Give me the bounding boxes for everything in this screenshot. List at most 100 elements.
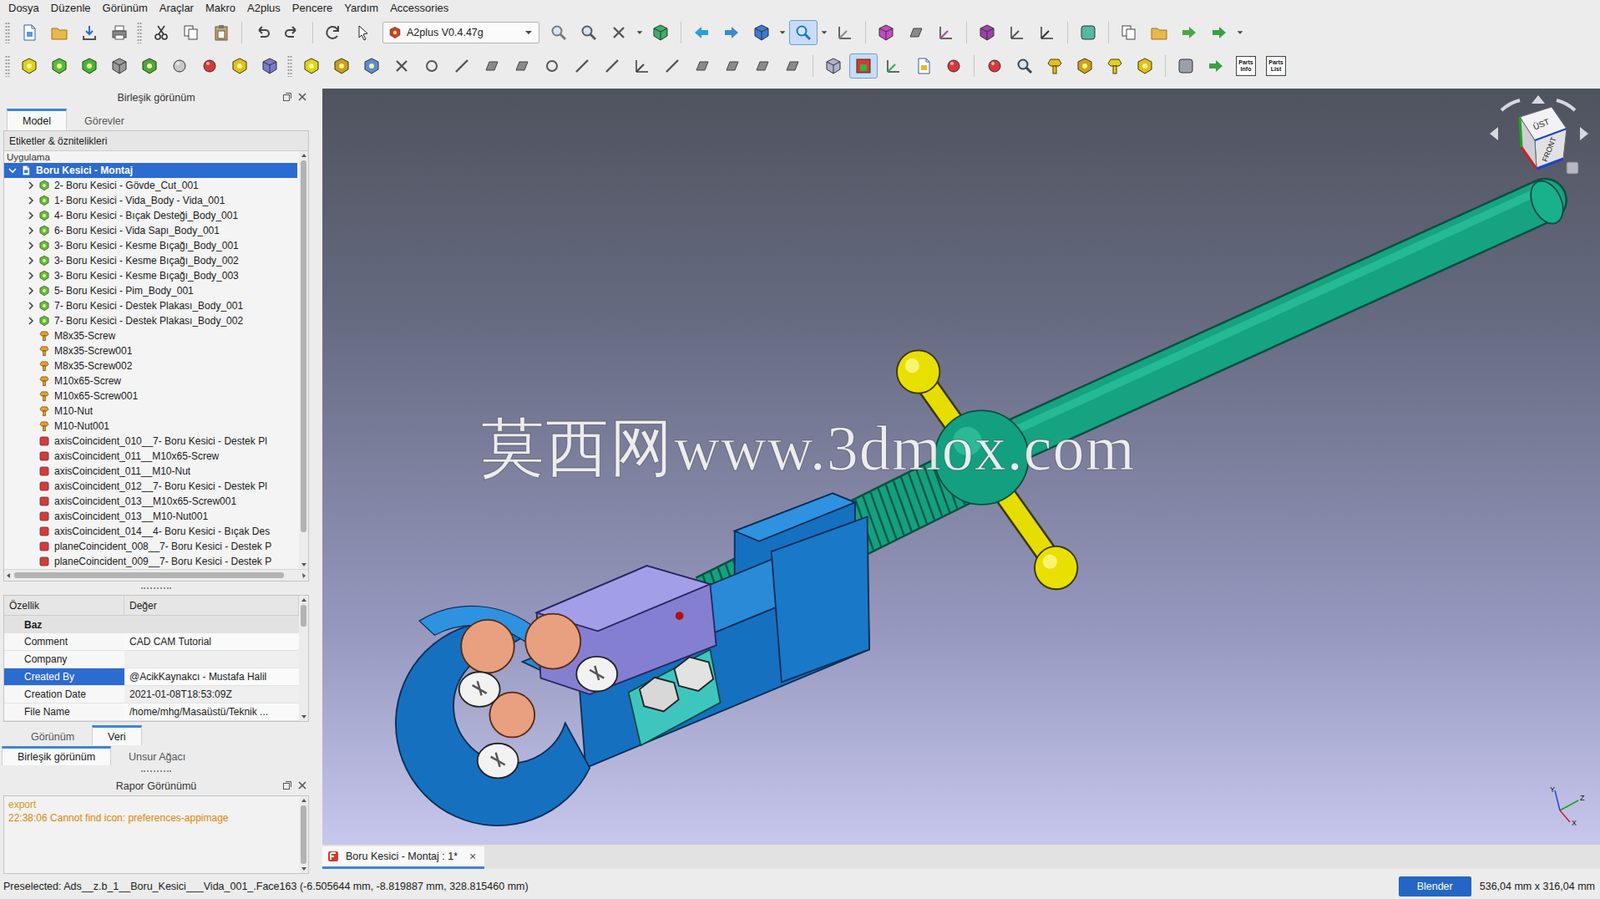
scroll-down-arrow-icon[interactable]	[299, 864, 309, 873]
plane-coincident-button[interactable]	[507, 53, 537, 79]
angled-planes-button[interactable]	[658, 53, 687, 79]
draw-style-button[interactable]	[604, 20, 633, 46]
tree-item[interactable]: M8x35-Screw	[4, 328, 298, 344]
workbench-selector[interactable]: A2plus V0.4.47g	[382, 21, 540, 44]
save-button[interactable]	[75, 20, 104, 46]
toolbar-grip[interactable]	[136, 21, 142, 44]
scroll-thumb[interactable]	[300, 604, 307, 627]
tree-item[interactable]: planeCoincident_009__7- Boru Kesici - De…	[4, 553, 298, 569]
property-group[interactable]: Baz	[4, 615, 299, 633]
export-menu-button[interactable]	[1235, 20, 1246, 46]
sketch-vertex-button[interactable]	[1032, 20, 1062, 46]
collapsed-arrow-icon[interactable]	[26, 271, 36, 280]
std-views-button[interactable]	[747, 20, 776, 46]
menu-item[interactable]: Makro	[199, 0, 242, 17]
dependency-button[interactable]	[1040, 53, 1069, 79]
column-header[interactable]: Özellik	[4, 595, 125, 616]
print-button[interactable]	[105, 20, 134, 46]
fit-selection-button[interactable]	[574, 20, 603, 46]
property-value[interactable]: @AcikKaynakcı - Mustafa Halil	[124, 668, 299, 686]
tree-item[interactable]: axisCoincident_014__4- Boru Kesici - Bıç…	[4, 523, 298, 539]
property-name[interactable]: Company	[4, 650, 125, 669]
close-tab-button[interactable]: ×	[469, 849, 476, 863]
face-tilt-button[interactable]	[718, 53, 747, 79]
panel-splitter[interactable]	[312, 88, 323, 874]
scroll-thumb[interactable]	[300, 160, 307, 532]
scroll-up-arrow-icon[interactable]	[299, 795, 309, 805]
draw-style-menu-button[interactable]	[634, 20, 645, 46]
redo-button[interactable]	[278, 20, 307, 46]
property-value[interactable]	[124, 650, 299, 669]
pipe-cutter-model[interactable]	[322, 88, 1600, 844]
add-multiple-button[interactable]	[75, 53, 104, 79]
std-views-menu-button[interactable]	[777, 20, 788, 46]
property-name[interactable]: File Name	[4, 703, 125, 721]
tree-item[interactable]: axisCoincident_013__M10-Nut001	[4, 508, 298, 524]
convert-part-button[interactable]	[165, 53, 194, 79]
open-folder-button[interactable]	[45, 20, 74, 46]
tree-item[interactable]: M8x35-Screw001	[4, 343, 298, 359]
cut-button[interactable]	[146, 20, 176, 46]
collapsed-arrow-icon[interactable]	[26, 181, 36, 190]
menu-item[interactable]: Accessories	[384, 0, 455, 17]
tree-item[interactable]: 3- Boru Kesici - Kesme Bıçağı_Body_002	[4, 253, 298, 269]
document-tab[interactable]: Boru Kesici - Montaj : 1*×	[322, 845, 485, 869]
partial-process-button[interactable]	[1100, 53, 1130, 79]
axis-coincident-button[interactable]	[537, 53, 567, 79]
copy-button[interactable]	[177, 20, 206, 46]
tree-item[interactable]: 4- Boru Kesici - Bıçak Desteği_Body_001	[4, 207, 298, 223]
plane-face-button[interactable]	[688, 53, 717, 79]
scroll-right-arrow-icon[interactable]	[299, 571, 309, 580]
toolbar-grip[interactable]	[287, 55, 293, 77]
measure-axis-button[interactable]	[830, 20, 860, 46]
scroll-up-arrow-icon[interactable]	[299, 151, 309, 160]
face-rot-button[interactable]	[748, 53, 777, 79]
report-scrollbar[interactable]	[298, 795, 309, 873]
collapsed-arrow-icon[interactable]	[26, 196, 36, 205]
property-value[interactable]: 2021-01-08T18:53:09Z	[124, 685, 299, 704]
add-part-green-button[interactable]	[45, 53, 74, 79]
part-box-button[interactable]	[871, 20, 901, 46]
tree-item[interactable]: 1- Boru Kesici - Vida_Body - Vida_001	[4, 192, 298, 208]
scroll-thumb[interactable]	[14, 572, 284, 578]
collapsed-arrow-icon[interactable]	[26, 211, 36, 220]
flip-button[interactable]	[879, 53, 908, 79]
tree-item[interactable]: M10x65-Screw	[4, 373, 298, 389]
back-button[interactable]	[687, 20, 716, 46]
sphere-center-button[interactable]	[417, 53, 446, 79]
tree-item[interactable]: axisCoincident_010__7- Boru Kesici - Des…	[4, 433, 298, 449]
add-part-button[interactable]	[15, 53, 44, 79]
navigation-style-button[interactable]: Blender	[1398, 875, 1472, 897]
3d-viewport[interactable]: 莫西网www.3dmox.comÜSTFRONTXYZ	[322, 88, 1600, 844]
tree-item[interactable]: axisCoincident_011__M10-Nut	[4, 463, 298, 479]
close-icon[interactable]	[297, 779, 308, 790]
tab[interactable]: Birleşik görünüm	[1, 745, 112, 765]
navigation-cube-icon[interactable]: ÜSTFRONT	[1483, 91, 1594, 193]
tab[interactable]: Unsur Ağacı	[112, 745, 202, 765]
tree-item[interactable]: planeCoincident_008__7- Boru Kesici - De…	[4, 538, 298, 554]
collapsed-arrow-icon[interactable]	[26, 241, 36, 250]
point-on-line-button[interactable]	[327, 53, 356, 79]
sketch-edge-button[interactable]	[1002, 20, 1032, 46]
tree-item[interactable]: M10-Nut001	[4, 418, 298, 434]
point-identity-button[interactable]	[297, 53, 326, 79]
tree-item[interactable]: 3- Boru Kesici - Kesme Bıçağı_Body_001	[4, 237, 298, 254]
collapsed-arrow-icon[interactable]	[26, 316, 36, 325]
bounding-box-button[interactable]	[646, 20, 675, 46]
delete-constraint-button[interactable]	[387, 53, 416, 79]
tree-item[interactable]: M10-Nut	[4, 403, 298, 419]
scroll-up-arrow-icon[interactable]	[299, 595, 309, 604]
undo-button[interactable]	[248, 20, 277, 46]
export-button[interactable]	[1174, 20, 1204, 46]
close-icon[interactable]	[297, 91, 308, 102]
menu-item[interactable]: Araçlar	[153, 0, 200, 17]
tree-item[interactable]: 3- Boru Kesici - Kesme Bıçağı_Body_003	[4, 268, 298, 284]
tab[interactable]: Görünüm	[15, 724, 91, 745]
collapsed-arrow-icon[interactable]	[26, 286, 36, 295]
whats-this-button[interactable]	[349, 20, 378, 46]
parts-info-button[interactable]: PartsInfo	[1231, 53, 1261, 79]
sketch-face-button[interactable]	[972, 20, 1002, 46]
collapsed-arrow-icon[interactable]	[26, 256, 36, 265]
cd-parts-button[interactable]	[1130, 53, 1160, 79]
expanded-arrow-icon[interactable]	[8, 166, 17, 175]
